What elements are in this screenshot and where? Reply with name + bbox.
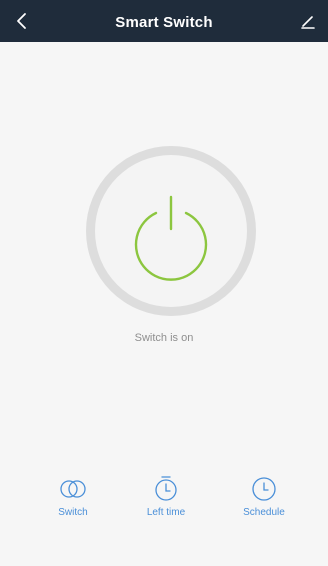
toggle-circles-icon xyxy=(60,480,86,498)
switch-status-text: Switch is on xyxy=(134,332,194,344)
left-time-tab-label: Left time xyxy=(146,507,186,518)
clock-icon xyxy=(252,477,276,501)
power-button[interactable] xyxy=(86,146,256,316)
schedule-tab-label: Schedule xyxy=(243,507,285,518)
power-icon xyxy=(134,195,208,281)
edit-button[interactable] xyxy=(296,10,320,34)
schedule-tab[interactable]: Schedule xyxy=(224,474,304,524)
header-bar: Smart Switch xyxy=(0,0,328,42)
power-button-face xyxy=(95,155,247,307)
pencil-icon xyxy=(301,16,315,29)
switch-tab-label: Switch xyxy=(58,507,88,518)
left-time-tab[interactable]: Left time xyxy=(126,474,206,524)
switch-tab[interactable]: Switch xyxy=(33,474,113,524)
timer-icon xyxy=(155,476,177,501)
page-title: Smart Switch xyxy=(115,14,213,31)
